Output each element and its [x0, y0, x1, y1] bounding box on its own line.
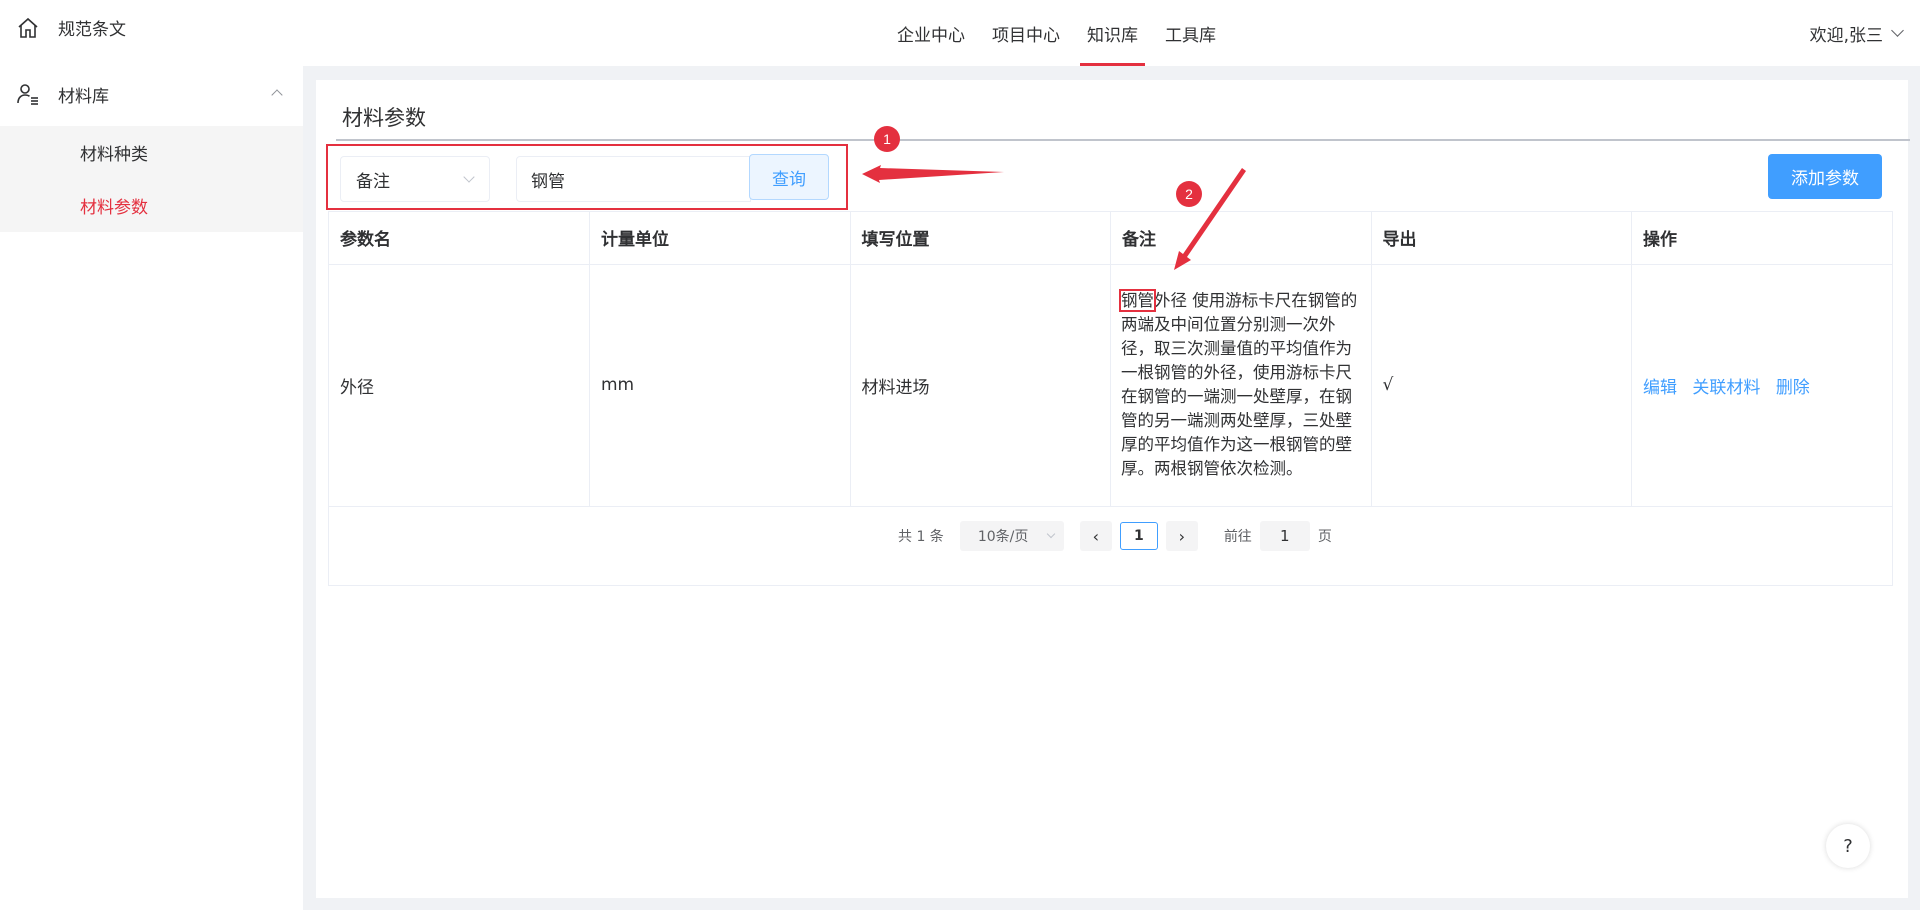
- user-menu[interactable]: 欢迎,张三: [1809, 0, 1904, 66]
- sidebar-item-label: 规范条文: [58, 20, 126, 40]
- sidebar-item-material-types[interactable]: 材料种类: [0, 126, 303, 179]
- filter-select-value: 备注: [356, 171, 390, 192]
- note-highlight: 钢管: [1119, 289, 1156, 312]
- cell-actions: 编辑 关联材料 删除: [1631, 264, 1892, 507]
- user-greeting: 欢迎,张三: [1809, 25, 1883, 46]
- edit-link[interactable]: 编辑: [1643, 378, 1677, 398]
- column-header: 计量单位: [589, 212, 851, 265]
- prev-page-button[interactable]: ‹: [1079, 521, 1112, 551]
- sidebar-item-label: 材料参数: [80, 198, 148, 218]
- goto-label: 前往: [1223, 529, 1252, 545]
- cell-note: 钢管外径 使用游标卡尺在钢管的两端及中间位置分别测一次外径，取三次测量值的平均值…: [1110, 264, 1372, 507]
- cell-position: 材料进场: [850, 264, 1111, 507]
- goto-page-input[interactable]: 1: [1259, 521, 1310, 551]
- page-size-select[interactable]: 10条/页: [959, 521, 1064, 551]
- delete-link[interactable]: 删除: [1776, 378, 1810, 398]
- sidebar-item-label: 材料种类: [80, 145, 148, 165]
- nav-label: 企业中心: [897, 25, 965, 46]
- chevron-down-icon: [463, 171, 475, 183]
- sidebar-item-regulations[interactable]: 规范条文: [0, 0, 303, 55]
- user-list-icon: [17, 84, 38, 105]
- search-input[interactable]: [516, 156, 751, 202]
- chevron-down-icon: [1891, 24, 1904, 37]
- nav-knowledge-base[interactable]: 知识库: [1078, 0, 1147, 66]
- next-page-button[interactable]: ›: [1165, 521, 1198, 551]
- cell-unit: mm: [589, 264, 851, 507]
- chevron-down-icon: [1046, 529, 1056, 539]
- table-header-row: 参数名 计量单位 填写位置 备注 导出 操作: [329, 212, 1892, 265]
- sidebar: 规范条文 材料库 材料种类 材料参数: [0, 0, 303, 910]
- home-icon: [18, 17, 38, 38]
- link-material-link[interactable]: 关联材料: [1692, 378, 1760, 398]
- chevron-right-icon: ›: [1178, 526, 1186, 546]
- note-text: 外径 使用游标卡尺在钢管的两端及中间位置分别测一次外径，取三次测量值的平均值作为…: [1121, 291, 1358, 478]
- table-row: 外径 mm 材料进场 钢管外径 使用游标卡尺在钢管的两端及中间位置分别测一次外径…: [329, 264, 1892, 507]
- column-header: 填写位置: [850, 212, 1111, 265]
- chevron-up-icon: [271, 89, 283, 101]
- top-nav: 企业中心 项目中心 知识库 工具库: [888, 0, 1234, 66]
- sidebar-submenu: 材料种类 材料参数: [0, 126, 303, 232]
- column-header: 导出: [1371, 212, 1632, 265]
- column-header: 备注: [1110, 212, 1372, 265]
- filter-field-select[interactable]: 备注: [340, 156, 490, 202]
- add-parameter-button[interactable]: 添加参数: [1768, 154, 1882, 199]
- page-title: 材料参数: [342, 106, 426, 130]
- title-divider: [336, 139, 1910, 141]
- sidebar-group-material-library[interactable]: 材料库: [0, 62, 303, 126]
- column-header: 参数名: [329, 212, 590, 265]
- cell-param-name: 外径: [329, 264, 590, 507]
- query-button[interactable]: 查询: [749, 154, 829, 200]
- sidebar-item-material-params[interactable]: 材料参数: [0, 179, 303, 232]
- column-header: 操作: [1631, 212, 1892, 265]
- page-size-value: 10条/页: [977, 529, 1029, 545]
- help-button[interactable]: ?: [1826, 824, 1870, 868]
- nav-label: 工具库: [1165, 25, 1216, 46]
- chevron-left-icon: ‹: [1092, 526, 1100, 546]
- page-number-current[interactable]: 1: [1119, 522, 1158, 550]
- goto-suffix: 页: [1317, 529, 1332, 545]
- cell-export: √: [1371, 264, 1632, 507]
- nav-label: 知识库: [1087, 25, 1138, 46]
- nav-tool-library[interactable]: 工具库: [1156, 0, 1225, 66]
- sidebar-group-label: 材料库: [58, 86, 109, 107]
- pagination: 共 1 条 10条/页 ‹ 1 › 前往 1 页: [898, 520, 1332, 552]
- pagination-total: 共 1 条: [898, 529, 944, 545]
- nav-enterprise-center[interactable]: 企业中心: [888, 0, 974, 66]
- main-card: 材料参数 备注 查询 添加参数 参数名 计量单位 填写位置 备注 导出 操作 外…: [316, 80, 1910, 898]
- nav-project-center[interactable]: 项目中心: [983, 0, 1069, 66]
- nav-label: 项目中心: [992, 25, 1060, 46]
